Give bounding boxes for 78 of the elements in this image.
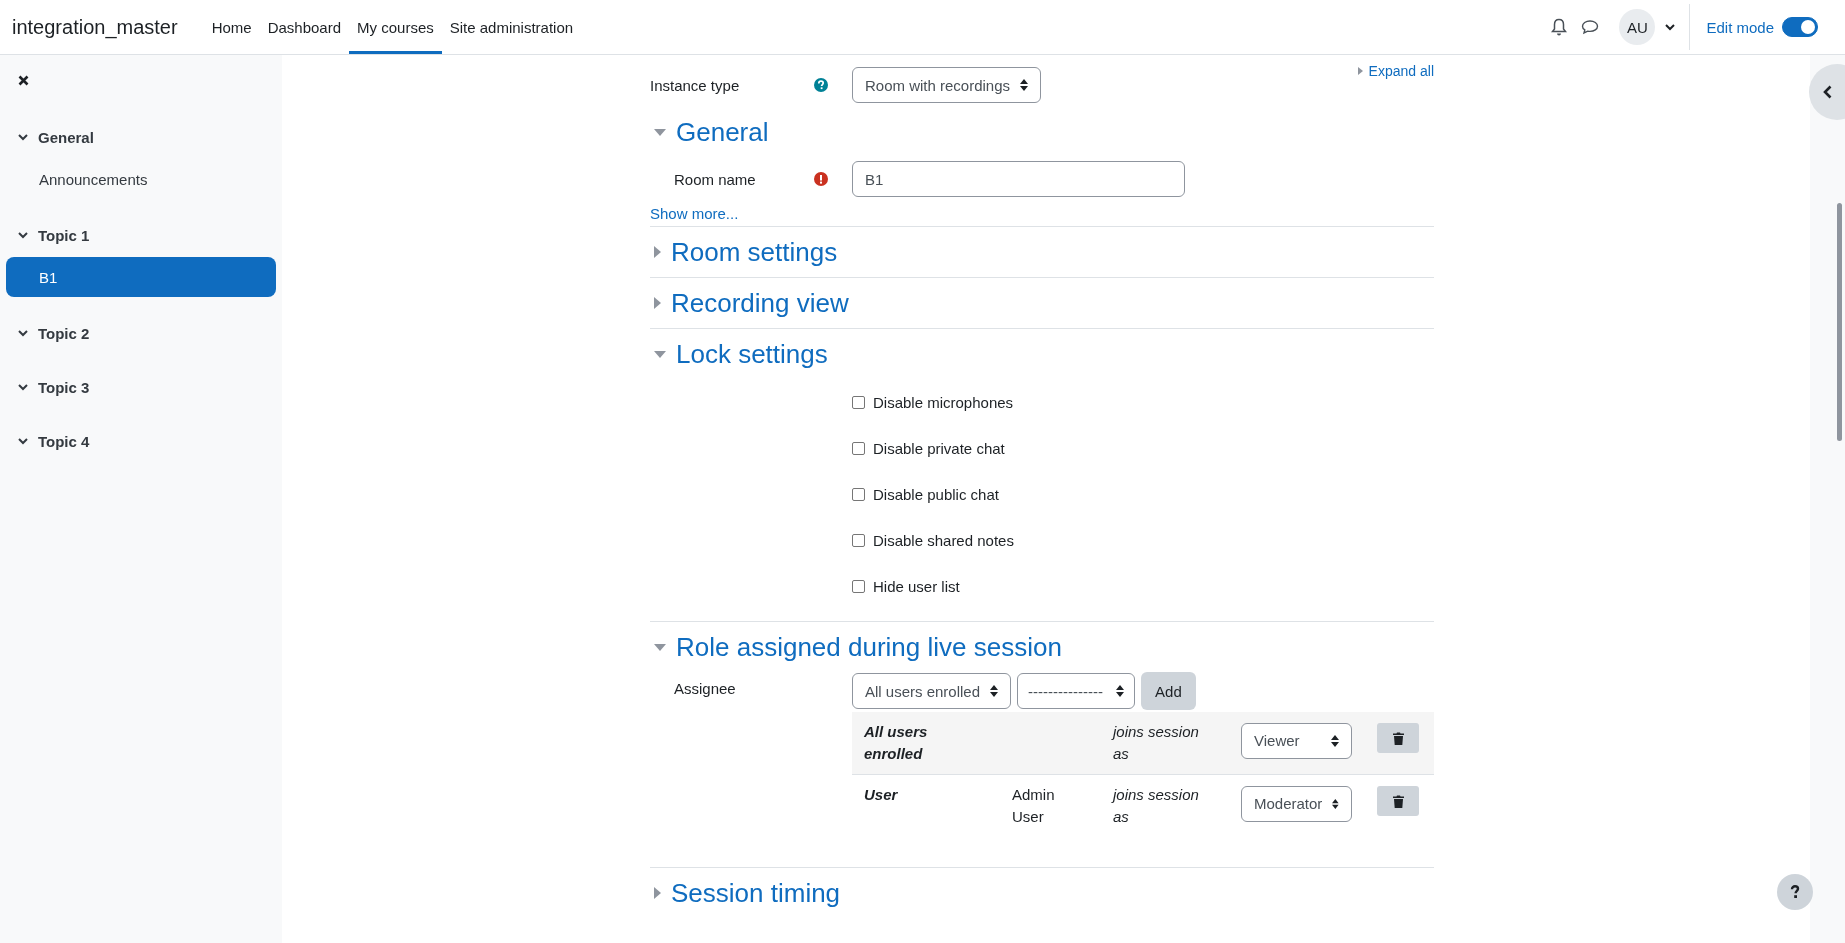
add-button[interactable]: Add — [1141, 672, 1196, 710]
section-link[interactable]: Topic 4 — [38, 432, 90, 450]
help-button[interactable] — [1777, 874, 1813, 910]
checkbox-label: Hide user list — [873, 577, 960, 595]
assignee-type-select[interactable]: All users enrolled — [852, 673, 1012, 709]
room-name-field[interactable]: B1 — [852, 161, 1185, 197]
expand-triangle-icon[interactable] — [654, 246, 661, 258]
checkbox-label: Disable private chat — [873, 439, 1005, 457]
sort-arrows-icon — [990, 685, 999, 697]
section-heading[interactable]: General — [676, 116, 769, 148]
expand-triangle-icon[interactable] — [1357, 67, 1363, 75]
checkbox[interactable] — [852, 533, 865, 547]
chat-bubble-icon[interactable] — [1581, 19, 1600, 35]
chevron-left-icon — [1823, 85, 1832, 99]
sort-arrows-icon — [1332, 798, 1339, 810]
expand-triangle-icon[interactable] — [654, 887, 661, 899]
section-heading[interactable]: Session timing — [671, 877, 841, 909]
trash-icon — [1392, 731, 1404, 745]
trash-icon — [1392, 794, 1404, 808]
chevron-down-icon[interactable] — [18, 231, 28, 239]
collapse-triangle-icon[interactable] — [654, 128, 666, 136]
joins-text: joins session as — [1113, 722, 1200, 764]
scrollbar[interactable] — [1837, 203, 1842, 441]
chevron-down-icon[interactable] — [18, 383, 28, 391]
nav-link[interactable]: Dashboard — [259, 0, 350, 54]
site-name[interactable]: integration_master — [12, 15, 178, 39]
collapse-triangle-icon[interactable] — [654, 350, 666, 358]
edit-mode-label[interactable]: Edit mode — [1706, 18, 1774, 36]
section-link[interactable]: Topic 2 — [38, 324, 90, 342]
sort-arrows-icon — [1331, 735, 1339, 747]
help-icon[interactable] — [814, 78, 828, 92]
question-mark-icon — [1790, 885, 1800, 899]
chevron-down-icon[interactable] — [18, 329, 28, 337]
collapse-triangle-icon[interactable] — [654, 643, 666, 651]
activity-item[interactable]: Announcements — [6, 159, 276, 199]
field-label: Assignee — [674, 680, 736, 697]
expand-triangle-icon[interactable] — [654, 297, 661, 309]
show-more-link[interactable]: Show more... — [650, 205, 739, 222]
field-label: Room name — [674, 170, 756, 188]
checkbox[interactable] — [852, 487, 865, 501]
checkbox-label: Disable public chat — [873, 485, 999, 503]
section-link[interactable]: Topic 3 — [38, 378, 90, 396]
chevron-down-icon[interactable] — [18, 437, 28, 445]
checkbox[interactable] — [852, 579, 865, 593]
close-icon[interactable] — [18, 75, 29, 86]
delete-button[interactable] — [1377, 723, 1419, 753]
expand-all-link[interactable]: Expand all — [1368, 63, 1434, 79]
sort-arrows-icon — [1020, 79, 1029, 91]
user-name: Admin User — [1012, 786, 1055, 825]
delete-button[interactable] — [1377, 786, 1419, 816]
sort-arrows-icon — [1116, 685, 1125, 697]
checkbox-label: Disable shared notes — [873, 531, 1014, 549]
nav-link[interactable]: My courses — [349, 0, 442, 54]
section-heading[interactable]: Role assigned during live session — [676, 631, 1062, 663]
nav-link[interactable]: Site administration — [441, 0, 582, 54]
chevron-down-icon[interactable] — [18, 133, 28, 141]
role-select[interactable]: Moderator — [1241, 786, 1352, 822]
joins-text: joins session as — [1113, 785, 1200, 827]
checkbox[interactable] — [852, 395, 865, 409]
assignee-type: All users enrolled — [864, 722, 929, 764]
section-link[interactable]: Topic 1 — [38, 226, 90, 244]
nav-link[interactable]: Home — [203, 0, 260, 54]
chevron-down-icon[interactable] — [1665, 23, 1676, 31]
section-heading[interactable]: Recording view — [671, 287, 849, 319]
section-heading[interactable]: Lock settings — [676, 338, 828, 370]
section-heading[interactable]: Room settings — [671, 236, 838, 268]
user-avatar[interactable]: AU — [1619, 9, 1656, 45]
section-link[interactable]: General — [38, 128, 94, 146]
field-label: Instance type — [650, 76, 740, 94]
role-select[interactable]: Viewer — [1241, 723, 1352, 759]
edit-mode-toggle[interactable] — [1782, 17, 1818, 37]
bell-icon[interactable] — [1551, 18, 1568, 36]
activity-item[interactable]: B1 — [6, 257, 276, 297]
assignee-type: User — [864, 785, 899, 805]
checkbox[interactable] — [852, 441, 865, 455]
checkbox-label: Disable microphones — [873, 393, 1014, 411]
instance-type-select[interactable]: Room with recordings — [852, 67, 1042, 103]
user-select[interactable]: --------------- — [1017, 673, 1136, 709]
